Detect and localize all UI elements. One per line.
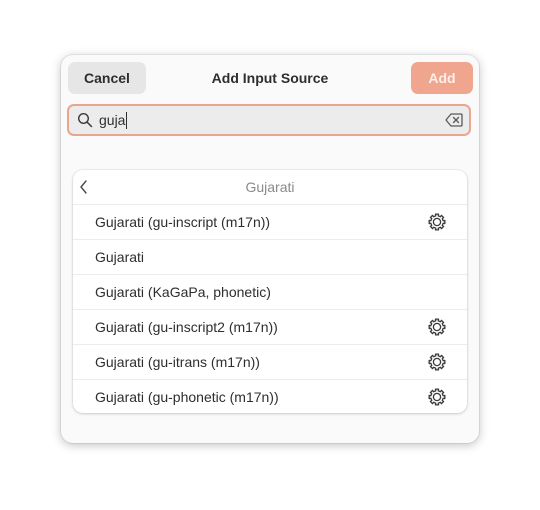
- list-item[interactable]: Gujarati (gu-phonetic (m17n)): [73, 380, 467, 413]
- list-item-label: Gujarati (gu-inscript (m17n)): [95, 214, 271, 230]
- gear-icon[interactable]: [428, 353, 446, 371]
- search-icon: [77, 112, 93, 128]
- list-item-label: Gujarati (KaGaPa, phonetic): [95, 284, 271, 300]
- list-item-label: Gujarati (gu-itrans (m17n)): [95, 354, 260, 370]
- list-item-label: Gujarati (gu-inscript2 (m17n)): [95, 319, 278, 335]
- list-item[interactable]: Gujarati (gu-inscript (m17n)): [73, 205, 467, 240]
- list-item[interactable]: Gujarati: [73, 240, 467, 275]
- input-source-list: Gujarati Gujarati (gu-inscript (m17n)) Gu…: [73, 170, 467, 413]
- cancel-button[interactable]: Cancel: [68, 62, 146, 94]
- list-title: Gujarati: [245, 179, 295, 195]
- gear-icon[interactable]: [428, 213, 446, 231]
- search-field-value: guja: [99, 106, 128, 134]
- list-item[interactable]: Gujarati (gu-inscript2 (m17n)): [73, 310, 467, 345]
- text-cursor: [126, 111, 128, 129]
- list-item-label: Gujarati (gu-phonetic (m17n)): [95, 389, 279, 405]
- list-item-label: Gujarati: [95, 249, 145, 265]
- add-input-source-dialog: Cancel Add Input Source Add guja Gujarat…: [61, 55, 479, 443]
- search-query-text: guja: [99, 112, 126, 128]
- add-button[interactable]: Add: [411, 62, 473, 94]
- list-item[interactable]: Gujarati (gu-itrans (m17n)): [73, 345, 467, 380]
- list-rows: Gujarati (gu-inscript (m17n)) Gujarati Guj…: [73, 205, 467, 413]
- clear-icon[interactable]: [445, 113, 463, 127]
- dialog-title: Add Input Source: [211, 70, 329, 86]
- search-input[interactable]: guja: [67, 104, 471, 136]
- list-item[interactable]: Gujarati (KaGaPa, phonetic): [73, 275, 467, 310]
- gear-icon[interactable]: [428, 388, 446, 406]
- header-bar: Cancel Add Input Source Add: [61, 55, 479, 101]
- gear-icon[interactable]: [428, 318, 446, 336]
- list-header: Gujarati: [73, 170, 467, 205]
